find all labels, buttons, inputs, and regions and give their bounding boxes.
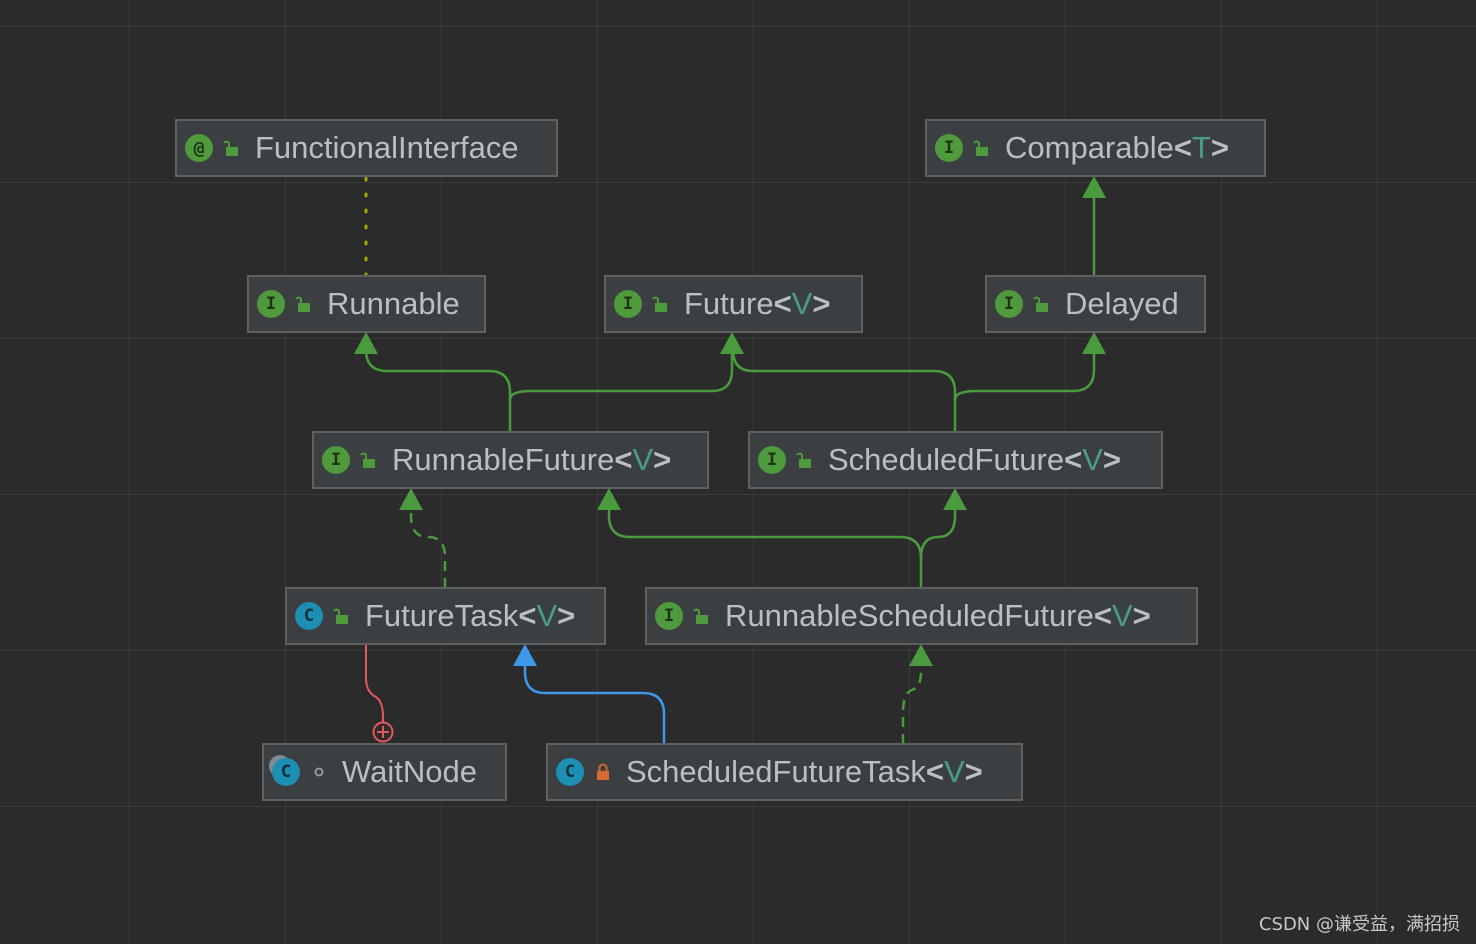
node-functional-interface[interactable]: @ FunctionalInterface (175, 119, 558, 177)
node-label: ScheduledFutureTask<V> (626, 754, 983, 789)
interface-icon: I (614, 290, 642, 318)
type-parameter: V (1111, 598, 1133, 633)
node-scheduled-future[interactable]: I ScheduledFuture<V> (748, 431, 1163, 489)
node-label: RunnableFuture<V> (392, 442, 672, 477)
open-lock-icon (971, 137, 993, 159)
node-runnable-scheduled-future[interactable]: I RunnableScheduledFuture<V> (645, 587, 1198, 645)
type-parameter: V (1082, 442, 1103, 477)
interface-icon: I (257, 290, 285, 318)
open-lock-icon (794, 449, 816, 471)
edge-sft-futuretask (523, 662, 666, 744)
arrowhead-rsf (909, 644, 933, 666)
node-wait-node[interactable]: C WaitNode (262, 743, 507, 801)
arrowhead-delayed (1082, 332, 1106, 354)
type-parameter: V (791, 286, 813, 321)
node-future-task[interactable]: C FutureTask<V> (285, 587, 606, 645)
class-icon: C (556, 758, 584, 786)
class-icon: C (295, 602, 323, 630)
open-lock-icon (221, 137, 243, 159)
interface-icon: I (322, 446, 350, 474)
node-future[interactable]: I Future<V> (604, 275, 863, 333)
arrowhead-future (720, 332, 744, 354)
edge-rsf-runnablefuture (607, 506, 923, 588)
node-label: ScheduledFuture<V> (828, 442, 1122, 477)
open-lock-icon (358, 449, 380, 471)
node-label: FunctionalInterface (255, 130, 519, 165)
node-label: RunnableScheduledFuture<V> (725, 598, 1151, 633)
edge-runnablefuture-future (508, 350, 734, 401)
node-delayed[interactable]: I Delayed (985, 275, 1206, 333)
type-parameter: V (943, 754, 965, 789)
circle-plus-icon (372, 721, 394, 743)
arrowhead-comparable (1082, 176, 1106, 198)
edge-runnablefuture-runnable (364, 349, 512, 432)
edge-scheduledfuture-delayed (953, 350, 1096, 401)
open-lock-icon (1031, 293, 1053, 315)
arrowhead-runnablefuture-left (399, 488, 423, 510)
type-parameter: V (632, 442, 654, 477)
node-label: Comparable<T> (1005, 130, 1230, 165)
node-label: Runnable (327, 286, 460, 321)
open-lock-icon (293, 293, 315, 315)
watermark: CSDN @谦受益，满招损 (1258, 914, 1460, 935)
closed-lock-icon (592, 761, 614, 783)
open-lock-icon (331, 605, 353, 627)
edge-rsf-scheduledfuture (919, 506, 957, 559)
interface-icon: I (935, 134, 963, 162)
interface-icon: I (655, 602, 683, 630)
open-lock-icon (691, 605, 713, 627)
interface-icon: I (995, 290, 1023, 318)
class-icon: C (272, 758, 300, 786)
edge-scheduledfuture-future (731, 349, 957, 432)
annotation-icon: @ (185, 134, 213, 162)
type-parameter: T (1191, 130, 1211, 165)
node-label: WaitNode (342, 754, 477, 789)
node-runnable-future[interactable]: I RunnableFuture<V> (312, 431, 709, 489)
node-runnable[interactable]: I Runnable (247, 275, 486, 333)
node-comparable[interactable]: I Comparable<T> (925, 119, 1266, 177)
arrowhead-runnablefuture-right (597, 488, 621, 510)
edge-futuretask-runnablefuture (409, 506, 447, 588)
dot-icon (308, 761, 330, 783)
type-parameter: V (536, 598, 558, 633)
interface-icon: I (758, 446, 786, 474)
open-lock-icon (650, 293, 672, 315)
node-label: Delayed (1065, 286, 1179, 321)
node-label: FutureTask<V> (365, 598, 576, 633)
node-scheduled-future-task[interactable]: C ScheduledFutureTask<V> (546, 743, 1023, 801)
edge-waitnode-futuretask (365, 644, 384, 722)
arrowhead-scheduledfuture (943, 488, 967, 510)
arrowhead-runnable (354, 332, 378, 354)
edge-sft-rsf (901, 662, 923, 744)
arrowhead-futuretask (513, 644, 537, 666)
node-label: Future<V> (684, 286, 831, 321)
